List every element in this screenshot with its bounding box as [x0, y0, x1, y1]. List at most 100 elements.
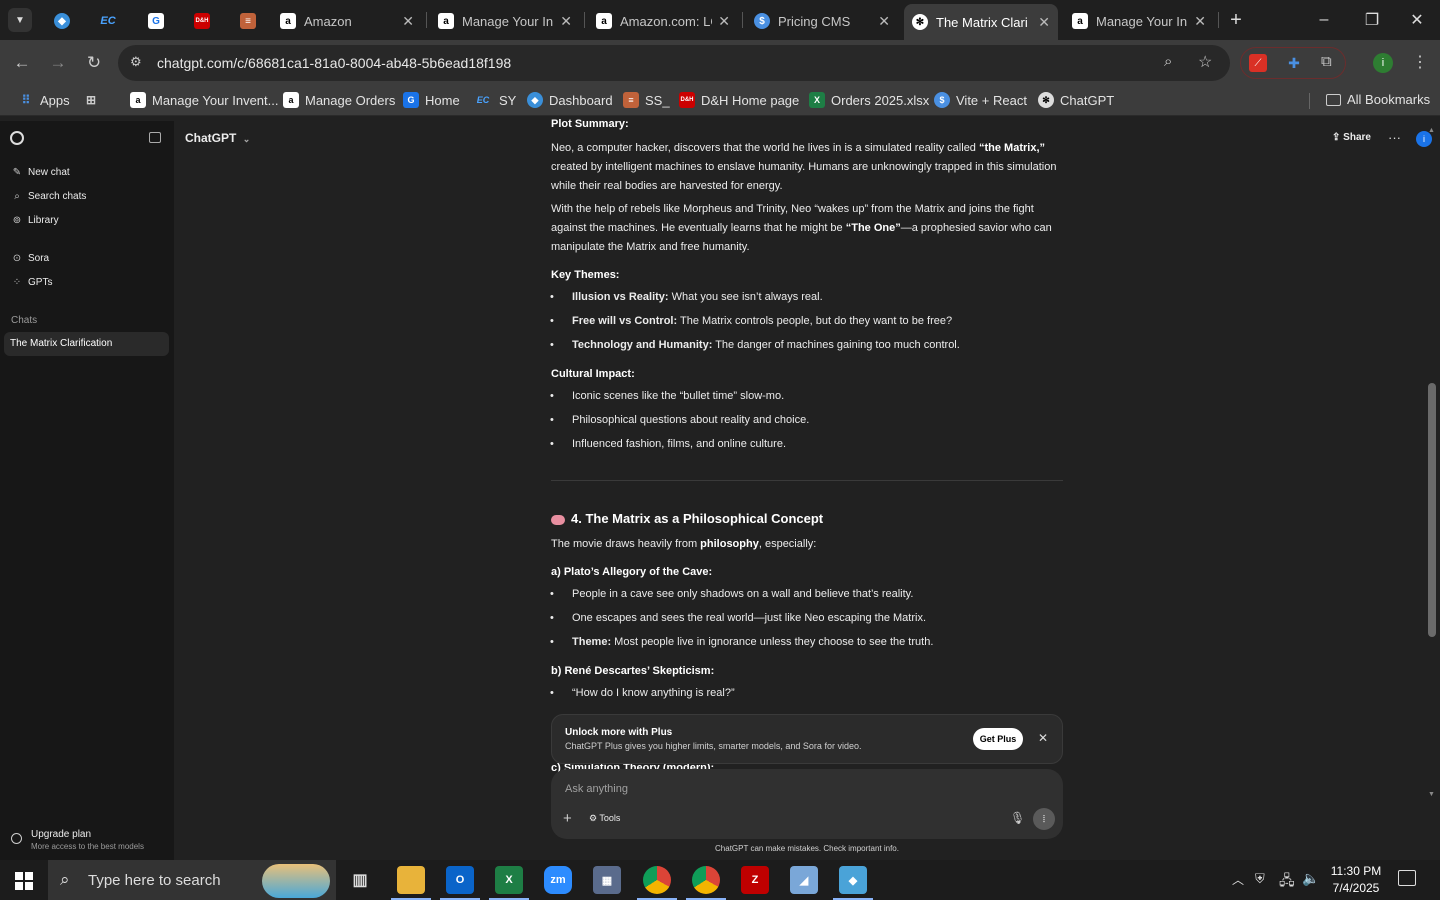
- tab-10[interactable]: a Manage Your In ✕: [1064, 6, 1214, 36]
- excel-icon[interactable]: X: [495, 866, 523, 894]
- bookmark-sy[interactable]: EC SY: [473, 92, 517, 108]
- text: Influenced fashion, films, and online cu…: [572, 438, 787, 450]
- tab-search-button[interactable]: ▼: [8, 8, 32, 32]
- chrome-profile-icon[interactable]: [692, 866, 720, 894]
- sidebar-item-gpts[interactable]: ⁘ GPTs: [11, 277, 53, 288]
- amazon-icon: a: [596, 13, 612, 29]
- prompt-input[interactable]: Ask anything: [565, 783, 1045, 795]
- calculator-icon[interactable]: ▦: [593, 866, 621, 894]
- microphone-icon[interactable]: 🎙: [1010, 811, 1025, 825]
- site-info-icon[interactable]: ⚙: [130, 54, 142, 70]
- bookmark-dh-home[interactable]: D&H D&H Home page: [679, 92, 799, 108]
- bold-text: “The One”: [845, 222, 901, 234]
- bookmark-manage-inventory[interactable]: a Manage Your Invent...: [130, 92, 278, 108]
- sidebar-item-library[interactable]: ⊚ Library: [11, 215, 59, 226]
- new-tab-button[interactable]: +: [1224, 8, 1248, 32]
- outlook-icon[interactable]: O: [446, 866, 474, 894]
- minimize-button[interactable]: –: [1312, 8, 1336, 32]
- tab-5[interactable]: a Amazon ✕: [272, 6, 422, 36]
- chat-item-active[interactable]: The Matrix Clarification: [4, 332, 169, 356]
- windows-start-icon[interactable]: [15, 872, 33, 890]
- extension-icon[interactable]: ✚: [1285, 54, 1303, 72]
- notes-app-icon[interactable]: ◢: [790, 866, 818, 894]
- zoom-icon[interactable]: ⌕: [1164, 53, 1172, 70]
- network-icon[interactable]: 🖧: [1279, 870, 1295, 894]
- bookmark-apps[interactable]: ⠿ Apps: [18, 92, 70, 108]
- add-icon[interactable]: +: [563, 810, 572, 827]
- close-icon[interactable]: ✕: [554, 13, 572, 30]
- all-bookmarks[interactable]: All Bookmarks: [1326, 92, 1430, 107]
- tab-2[interactable]: G: [140, 6, 172, 36]
- acrobat-icon[interactable]: ⟋: [1249, 54, 1267, 72]
- back-button[interactable]: ←: [10, 51, 34, 75]
- more-options-icon[interactable]: ···: [1388, 130, 1401, 145]
- security-icon[interactable]: ⛨: [1255, 871, 1265, 887]
- sidebar-item-sora[interactable]: ⊙ Sora: [11, 253, 49, 264]
- bookmark-ss[interactable]: ≡ SS_: [623, 92, 670, 108]
- tab-7[interactable]: a Amazon.com: LG ✕: [588, 6, 738, 36]
- upgrade-title: Upgrade plan: [31, 829, 92, 840]
- bookmark-home[interactable]: G Home: [403, 92, 460, 108]
- tab-9[interactable]: ✻ The Matrix Clari ✕: [904, 4, 1058, 40]
- bookmark-chatgpt[interactable]: ✻ ChatGPT: [1038, 92, 1114, 108]
- scroll-thumb[interactable]: [1428, 383, 1436, 637]
- task-view-icon[interactable]: ▥: [346, 866, 374, 894]
- scroll-down-arrow[interactable]: ▼: [1428, 791, 1435, 798]
- amazon-icon: a: [283, 92, 299, 108]
- bookmark-grid[interactable]: ⊞: [83, 92, 105, 108]
- tab-6[interactable]: a Manage Your In ✕: [430, 6, 580, 36]
- search-icon: ⌕: [14, 191, 20, 202]
- scroll-up-arrow[interactable]: ▲: [1428, 127, 1435, 134]
- tab-3[interactable]: D&H: [186, 6, 218, 36]
- share-button[interactable]: ⇪ Share: [1332, 132, 1371, 143]
- bookmark-orders-xlsx[interactable]: X Orders 2025.xlsx: [809, 92, 929, 108]
- tab-4[interactable]: ≡: [232, 6, 264, 36]
- sidebar-item-label: Library: [28, 215, 59, 226]
- bookmark-star-icon[interactable]: ☆: [1198, 52, 1212, 72]
- menu-icon[interactable]: ⋮: [1412, 52, 1428, 72]
- tab-1[interactable]: EC: [92, 6, 128, 36]
- close-icon[interactable]: ✕: [1032, 14, 1050, 31]
- zoom-app-icon[interactable]: zm: [544, 866, 572, 894]
- sidebar-toggle-icon[interactable]: [149, 132, 161, 143]
- restore-button[interactable]: ❐: [1360, 8, 1384, 32]
- tab-0[interactable]: ◆: [46, 6, 78, 36]
- voice-mode-button[interactable]: ⦙: [1033, 808, 1055, 830]
- upgrade-plan[interactable]: Upgrade plan More access to the best mod…: [11, 828, 171, 854]
- text: The movie draws heavily from: [551, 538, 701, 550]
- scrollbar[interactable]: ▲ ▼: [1426, 127, 1438, 803]
- chrome-icon[interactable]: [643, 866, 671, 894]
- bookmark-dashboard[interactable]: ◆ Dashboard: [527, 92, 613, 108]
- model-selector[interactable]: ChatGPT ⌄: [185, 131, 250, 145]
- close-icon[interactable]: ✕: [1038, 731, 1048, 745]
- windows-taskbar: ⌕ Type here to search ▥ O X zm ▦ Z ◢ ◆ ︿…: [0, 860, 1440, 900]
- forward-button[interactable]: →: [46, 51, 70, 75]
- bookmark-manage-orders[interactable]: a Manage Orders: [283, 92, 395, 108]
- reload-button[interactable]: ↻: [82, 51, 106, 75]
- get-plus-button[interactable]: Get Plus: [973, 728, 1023, 750]
- profile-avatar[interactable]: i: [1373, 53, 1393, 73]
- close-icon[interactable]: ✕: [872, 13, 890, 30]
- puzzle-icon[interactable]: ⧉: [1321, 53, 1332, 70]
- tools-button[interactable]: ⚙ Tools: [589, 813, 620, 824]
- clock[interactable]: 11:30 PM 7/4/2025: [1326, 863, 1386, 897]
- file-explorer-icon[interactable]: [397, 866, 425, 894]
- search-placeholder: Type here to search: [88, 872, 221, 889]
- taskbar-search[interactable]: ⌕ Type here to search: [48, 860, 336, 900]
- app-icon[interactable]: ◆: [839, 866, 867, 894]
- close-window-button[interactable]: ✕: [1405, 8, 1429, 32]
- openai-logo-icon[interactable]: [10, 131, 24, 145]
- close-icon[interactable]: ✕: [1188, 13, 1206, 30]
- filezilla-icon[interactable]: Z: [741, 866, 769, 894]
- tab-8[interactable]: $ Pricing CMS ✕: [746, 6, 898, 36]
- address-bar[interactable]: ⚙ chatgpt.com/c/68681ca1-81a0-8004-ab48-…: [118, 45, 1230, 81]
- bookmark-vite-react[interactable]: $ Vite + React: [934, 92, 1027, 108]
- sidebar-item-new-chat[interactable]: ✎ New chat: [11, 167, 70, 178]
- close-icon[interactable]: ✕: [712, 13, 730, 30]
- volume-icon[interactable]: 🔈: [1302, 870, 1319, 887]
- dashboard-icon: ◆: [527, 92, 543, 108]
- close-icon[interactable]: ✕: [396, 13, 414, 30]
- show-hidden-icons[interactable]: ︿: [1232, 871, 1244, 888]
- notification-center-icon[interactable]: [1398, 870, 1416, 886]
- sidebar-item-search-chats[interactable]: ⌕ Search chats: [11, 191, 86, 202]
